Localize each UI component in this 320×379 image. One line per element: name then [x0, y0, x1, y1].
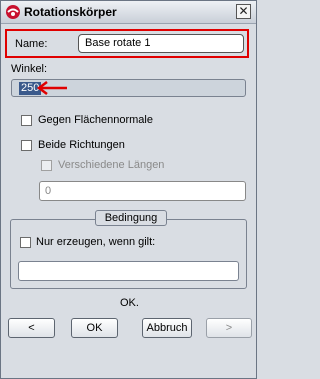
cancel-button[interactable]: Abbruch: [142, 318, 192, 338]
app-icon: [6, 5, 20, 19]
red-arrow-icon: [36, 81, 67, 95]
different-lengths-checkbox[interactable]: [41, 160, 52, 171]
close-button[interactable]: ✕: [236, 4, 251, 19]
condition-input[interactable]: [18, 261, 239, 281]
condition-label: Nur erzeugen, wenn gilt:: [36, 236, 156, 248]
next-button[interactable]: >: [206, 318, 252, 338]
condition-checkbox[interactable]: [20, 237, 31, 248]
status-text: OK.: [120, 297, 139, 309]
normal-label: Gegen Flächennormale: [38, 114, 153, 126]
both-directions-checkbox[interactable]: [21, 140, 32, 151]
name-label: Name:: [15, 38, 48, 50]
both-directions-label: Beide Richtungen: [38, 139, 125, 151]
different-lengths-label: Verschiedene Längen: [58, 159, 165, 171]
prev-button[interactable]: <: [8, 318, 55, 338]
name-row-highlight: Name: Base rotate 1: [5, 29, 249, 58]
window-title: Rotationskörper: [24, 5, 117, 19]
close-icon: ✕: [238, 4, 249, 18]
normal-checkbox[interactable]: [21, 115, 32, 126]
name-input[interactable]: Base rotate 1: [78, 34, 244, 53]
angle-label: Winkel:: [11, 63, 48, 75]
dialog-window: Rotationskörper ✕ Name: Base rotate 1 Wi…: [0, 0, 257, 379]
title-bar[interactable]: Rotationskörper ✕: [1, 1, 256, 24]
condition-title: Bedingung: [95, 210, 167, 226]
length-input[interactable]: 0: [39, 181, 246, 201]
ok-button[interactable]: OK: [71, 318, 118, 338]
